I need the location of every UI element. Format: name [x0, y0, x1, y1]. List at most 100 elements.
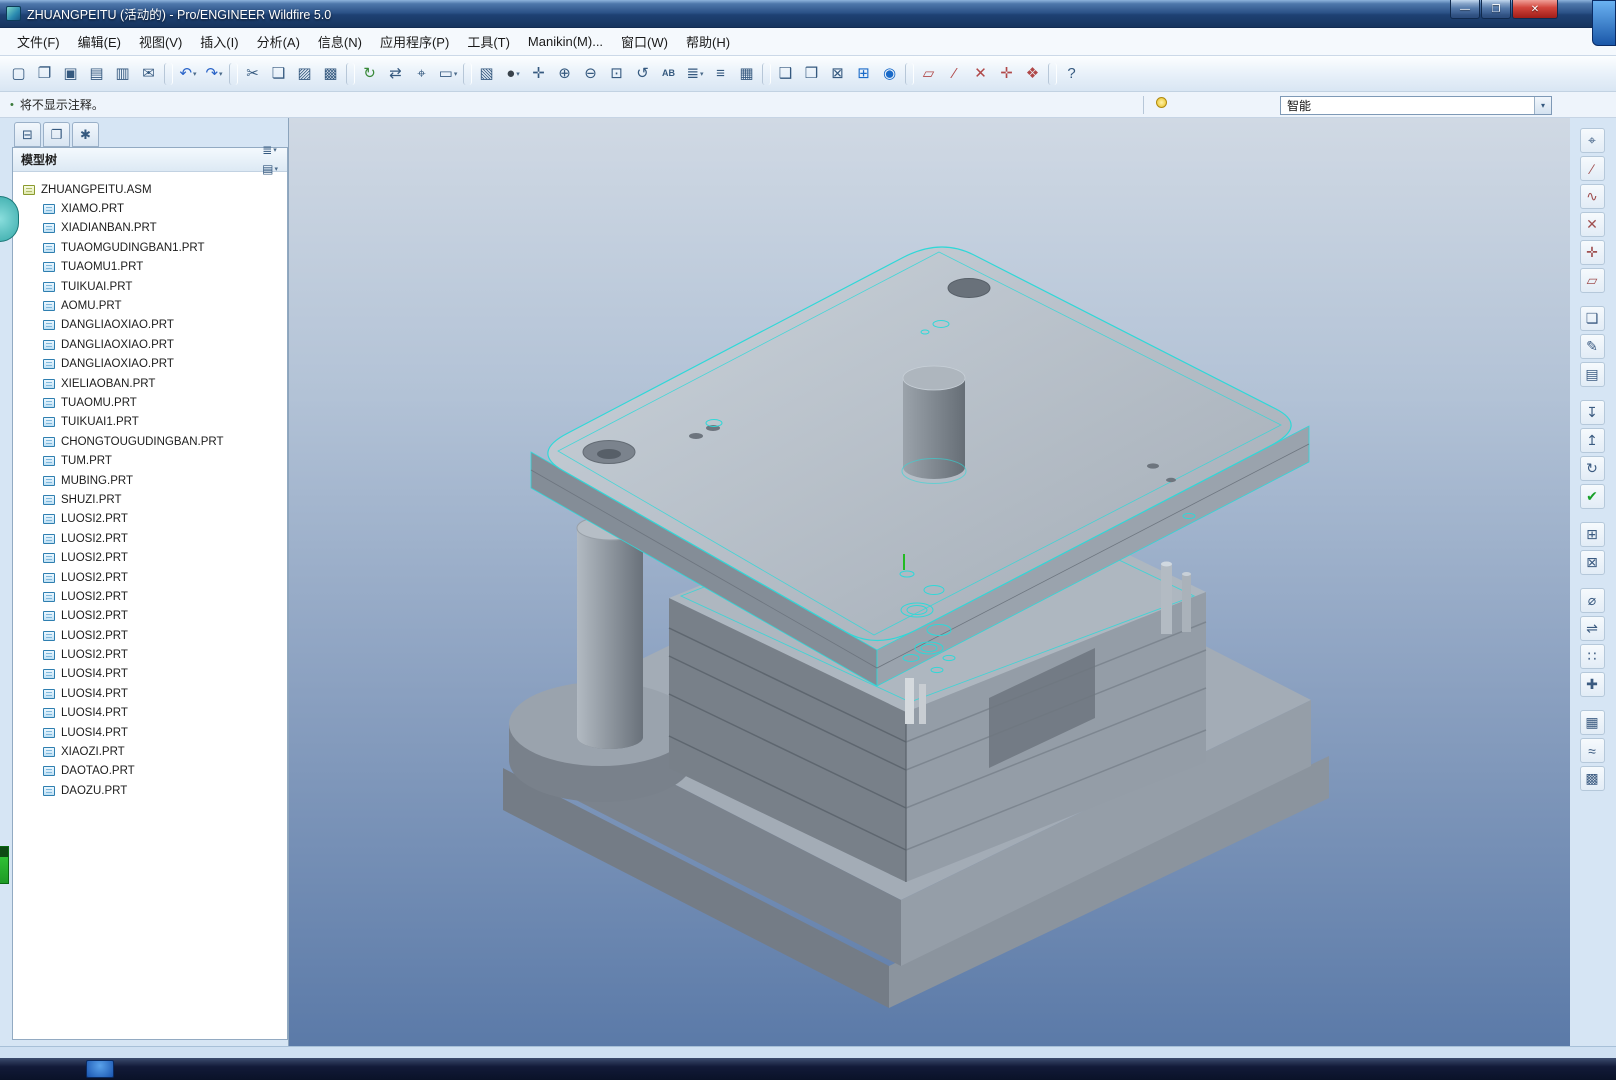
regen-manager-icon[interactable]: ⇄ [383, 61, 409, 87]
menu-item[interactable]: 视图(V) [130, 28, 191, 55]
tree-item[interactable]: TUAOMU1.PRT [13, 258, 287, 277]
separator[interactable] [762, 63, 771, 85]
connect-icon[interactable]: ◉ [877, 61, 903, 87]
spin-center-display-icon[interactable]: ❖ [1020, 61, 1046, 87]
separator[interactable] [346, 63, 355, 85]
menu-item[interactable]: Manikin(M)... [519, 30, 612, 53]
mirror-icon[interactable]: ⇌ [1580, 616, 1605, 641]
edit-definition-icon[interactable]: ✎ [1580, 334, 1605, 359]
annotation-display-icon[interactable]: AB [656, 61, 682, 87]
csys-create-icon[interactable]: ✛ [1580, 240, 1605, 265]
tree-item[interactable]: LUOSI4.PRT [13, 684, 287, 703]
tree-item[interactable]: LUOSI2.PRT [13, 548, 287, 567]
tree-item[interactable]: LUOSI2.PRT [13, 568, 287, 587]
tree-item[interactable]: TUIKUAI.PRT [13, 277, 287, 296]
tree-item[interactable]: MUBING.PRT [13, 471, 287, 490]
tree-item[interactable]: DAOTAO.PRT [13, 762, 287, 781]
tree-item[interactable]: AOMU.PRT [13, 296, 287, 315]
paste-special-icon[interactable]: ▩ [318, 61, 344, 87]
view-manager-icon[interactable]: ▦ [734, 61, 760, 87]
tree-root-item[interactable]: ZHUANGPEITU.ASM [13, 180, 287, 199]
tree-item[interactable]: LUOSI4.PRT [13, 665, 287, 684]
new-file-icon[interactable]: ▢ [6, 61, 32, 87]
save-icon[interactable]: ▣ [58, 61, 84, 87]
separator[interactable] [1581, 390, 1603, 397]
paste-icon[interactable]: ▨ [292, 61, 318, 87]
tree-item[interactable]: LUOSI2.PRT [13, 587, 287, 606]
separator[interactable] [463, 63, 472, 85]
tree-item[interactable]: LUOSI2.PRT [13, 529, 287, 548]
maximize-button[interactable]: ❐ [1481, 0, 1511, 19]
tree-item[interactable]: LUOSI2.PRT [13, 645, 287, 664]
menu-item[interactable]: 工具(T) [458, 28, 519, 55]
tree-item[interactable]: TUIKUAI1.PRT [13, 413, 287, 432]
tree-item[interactable]: XIELIAOBAN.PRT [13, 374, 287, 393]
window-new-icon[interactable]: ❑ [773, 61, 799, 87]
separator[interactable] [229, 63, 238, 85]
tree-item[interactable]: TUAOMGUDINGBAN1.PRT [13, 238, 287, 257]
tree-item[interactable]: TUAOMU.PRT [13, 393, 287, 412]
side-notification[interactable] [0, 846, 9, 884]
datum-axis-display-icon[interactable]: ⁄ [942, 61, 968, 87]
sketch-line-icon[interactable]: ∕ [1580, 156, 1605, 181]
close-button[interactable]: ✕ [1512, 0, 1558, 19]
separator[interactable] [1048, 63, 1057, 85]
tree-item[interactable]: CHONGTOUGUDINGBAN.PRT [13, 432, 287, 451]
menu-item[interactable]: 文件(F) [8, 28, 69, 55]
print-icon[interactable]: ▤ [84, 61, 110, 87]
context-help-icon[interactable]: ? [1059, 61, 1085, 87]
minimize-button[interactable]: — [1450, 0, 1480, 19]
menu-item[interactable]: 插入(I) [191, 28, 247, 55]
tree-item[interactable]: LUOSI2.PRT [13, 510, 287, 529]
relations-icon[interactable]: ≈ [1580, 738, 1605, 763]
menu-item[interactable]: 编辑(E) [69, 28, 130, 55]
tree-item[interactable]: LUOSI4.PRT [13, 723, 287, 742]
datum-plane-display-icon[interactable]: ▱ [916, 61, 942, 87]
layers-icon[interactable]: ≡ [708, 61, 734, 87]
info-table-icon[interactable]: ▦ [1580, 710, 1605, 735]
reorient-icon[interactable]: ↺ [630, 61, 656, 87]
send-mail-icon[interactable]: ✉ [136, 61, 162, 87]
tree-item[interactable]: DAOZU.PRT [13, 781, 287, 800]
tree-item[interactable]: DANGLIAOXIAO.PRT [13, 355, 287, 374]
shank-cylinder[interactable] [902, 366, 966, 484]
spin-center-icon[interactable]: ✛ [526, 61, 552, 87]
window-copy-icon[interactable]: ❒ [799, 61, 825, 87]
grid-snap-icon[interactable]: ▩ [1580, 766, 1605, 791]
update-model-icon[interactable]: ↻ [1580, 456, 1605, 481]
create-component-icon[interactable]: ⊠ [1580, 550, 1605, 575]
datum-point-display-icon[interactable]: ✕ [968, 61, 994, 87]
menu-item[interactable]: 应用程序(P) [371, 28, 458, 55]
export-icon[interactable]: ↥ [1580, 428, 1605, 453]
window-close-icon[interactable]: ⊠ [825, 61, 851, 87]
tree-item[interactable]: LUOSI4.PRT [13, 704, 287, 723]
copy-geometry-icon[interactable]: ❏ [1580, 306, 1605, 331]
separator[interactable] [1581, 578, 1603, 585]
separator[interactable] [164, 63, 173, 85]
undo-icon[interactable]: ↶▾ [175, 61, 201, 87]
open-folder-icon[interactable]: ❐ [32, 61, 58, 87]
favorites-tab[interactable]: ✱ [72, 122, 99, 147]
regenerate-icon[interactable]: ↻ [357, 61, 383, 87]
assemble-component-icon[interactable]: ⊞ [1580, 522, 1605, 547]
import-icon[interactable]: ↧ [1580, 400, 1605, 425]
tree-item[interactable]: DANGLIAOXIAO.PRT [13, 316, 287, 335]
menu-item[interactable]: 信息(N) [309, 28, 371, 55]
selection-filter-caret[interactable]: ▾ [1534, 97, 1551, 114]
model-tree-tab[interactable]: ⊟ [14, 122, 41, 147]
cut-icon[interactable]: ✂ [240, 61, 266, 87]
graphics-viewport[interactable] [288, 118, 1570, 1046]
desktop-corner-tile[interactable] [1592, 0, 1616, 46]
refit-icon[interactable]: ⊡ [604, 61, 630, 87]
folder-browser-tab[interactable]: ❐ [43, 122, 70, 147]
orient-mode-icon[interactable]: ⌖ [1580, 128, 1605, 153]
menu-item[interactable]: 分析(A) [248, 28, 309, 55]
tree-item[interactable]: LUOSI2.PRT [13, 607, 287, 626]
verify-icon[interactable]: ✔ [1580, 484, 1605, 509]
active-window-icon[interactable]: ⊞ [851, 61, 877, 87]
taskbar-app-tile[interactable] [86, 1060, 114, 1078]
separator[interactable] [1581, 296, 1603, 303]
tree-item[interactable]: XIAMO.PRT [13, 199, 287, 218]
tree-item[interactable]: LUOSI2.PRT [13, 626, 287, 645]
print-setup-icon[interactable]: ▥ [110, 61, 136, 87]
